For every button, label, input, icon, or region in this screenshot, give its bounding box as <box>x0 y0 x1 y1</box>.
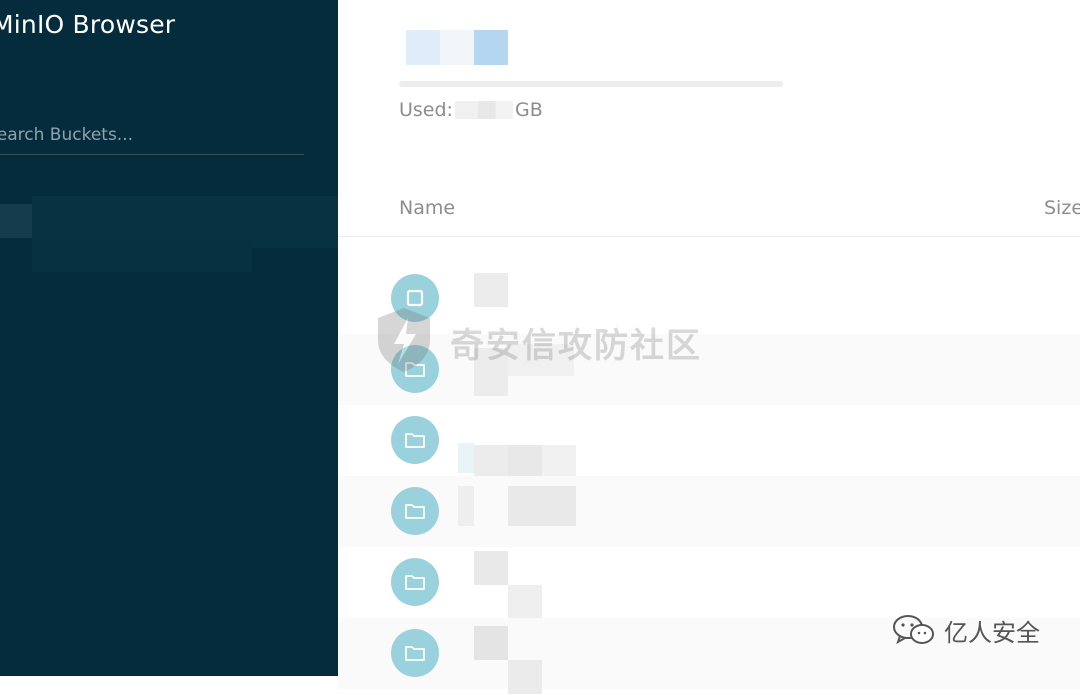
object-name-redacted <box>458 626 578 694</box>
column-header-size[interactable]: Size <box>1044 197 1080 219</box>
bucket-list-item-label <box>32 240 252 272</box>
app-title: MinIO Browser <box>0 10 176 39</box>
storage-usage-bar <box>399 81 783 87</box>
sidebar: MinIO Browser <box>0 0 338 676</box>
folder-icon[interactable] <box>391 487 439 535</box>
used-unit: GB <box>514 99 543 121</box>
column-header-name[interactable]: Name <box>399 197 455 219</box>
object-name-redacted <box>458 273 578 323</box>
logo-block <box>440 30 474 65</box>
object-name-redacted <box>458 415 578 485</box>
folder-icon[interactable] <box>391 629 439 677</box>
wechat-watermark: 亿人安全 <box>892 612 1040 648</box>
object-name-redacted <box>458 551 578 619</box>
table-row[interactable] <box>338 405 1080 485</box>
folder-icon[interactable] <box>391 558 439 606</box>
used-label: Used: <box>399 99 453 121</box>
wechat-icon <box>893 615 934 645</box>
table-row[interactable] <box>338 547 1080 619</box>
logo-block <box>474 30 508 65</box>
watermark-text: 奇安信攻防社区 <box>450 326 702 366</box>
shield-watermark-icon <box>378 308 430 372</box>
table-row[interactable] <box>338 476 1080 547</box>
logo-block <box>406 30 440 65</box>
folder-icon[interactable] <box>391 416 439 464</box>
wechat-account-name: 亿人安全 <box>944 618 1040 647</box>
bucket-list-item-icon <box>0 204 32 238</box>
search-buckets-input[interactable] <box>0 116 304 155</box>
used-value-redacted <box>454 101 513 119</box>
object-name-redacted <box>458 486 578 536</box>
storage-used: Used: GB <box>399 99 543 121</box>
table-header: Name Size <box>338 180 1080 237</box>
